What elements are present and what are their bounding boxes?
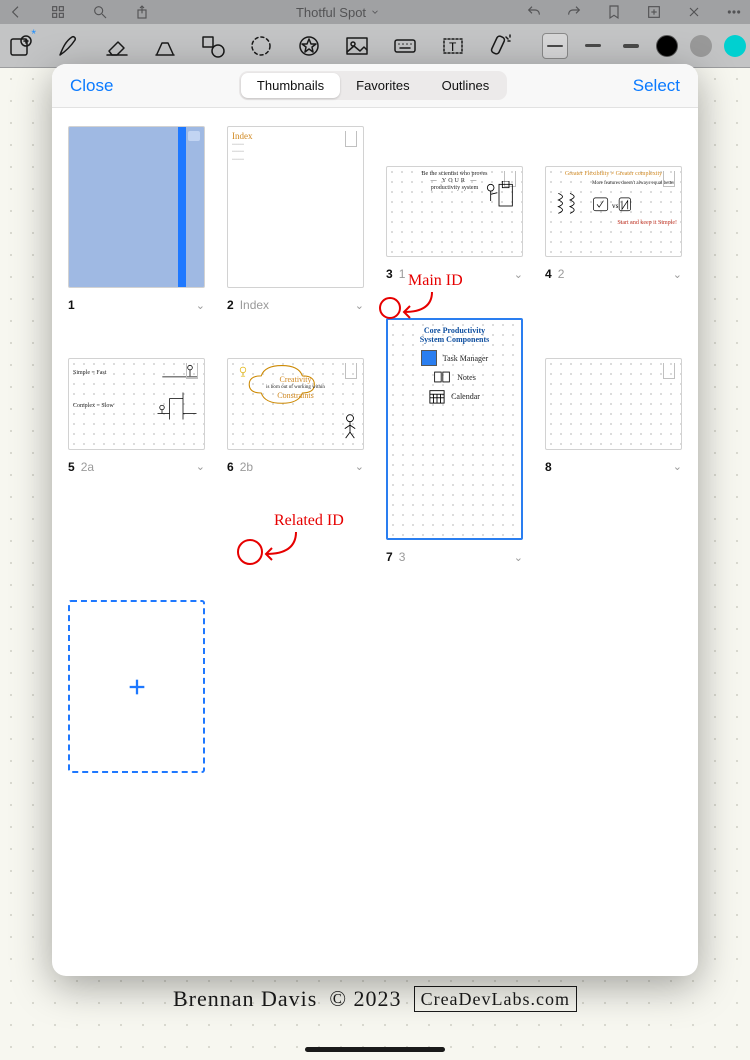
- add-icon[interactable]: [646, 4, 662, 20]
- lasso-icon[interactable]: [248, 33, 274, 59]
- chevron-down-icon[interactable]: ⌄: [673, 460, 682, 473]
- chevron-down-icon[interactable]: ⌄: [673, 268, 682, 281]
- page-thumb-7[interactable]: Core Productivity System Components Task…: [386, 318, 523, 564]
- stroke-medium[interactable]: [580, 33, 606, 59]
- highlighter-icon[interactable]: [152, 33, 178, 59]
- color-teal[interactable]: [724, 35, 746, 57]
- zoom-lock-icon[interactable]: [8, 33, 34, 59]
- page-thumb-2[interactable]: Index·················· 2 Index ⌄: [227, 126, 364, 312]
- page-number: 2: [227, 298, 234, 312]
- page-thumb-5[interactable]: Simple = Fast Complex = Slow 5 2a ⌄: [68, 318, 205, 564]
- document-title[interactable]: Thotful Spot: [176, 5, 500, 20]
- close-button[interactable]: Close: [70, 76, 113, 96]
- redo-icon[interactable]: [566, 4, 582, 20]
- color-black[interactable]: [656, 35, 678, 57]
- page-thumb-8[interactable]: 8 ⌄: [545, 318, 682, 564]
- grid-icon[interactable]: [50, 4, 66, 20]
- chevron-down-icon[interactable]: ⌄: [514, 551, 523, 564]
- page-thumb-6[interactable]: Creativity is born out of working within…: [227, 318, 364, 564]
- magic-icon[interactable]: [488, 33, 514, 59]
- seg-outlines[interactable]: Outlines: [426, 73, 506, 98]
- image-icon[interactable]: [344, 33, 370, 59]
- page-number: 4: [545, 267, 552, 281]
- close-icon[interactable]: [686, 4, 702, 20]
- page-number: 5: [68, 460, 75, 474]
- sheet-body[interactable]: 1 ⌄ Index·················· 2 Index ⌄: [52, 108, 698, 976]
- pages-sheet: Close Thumbnails Favorites Outlines Sele…: [52, 64, 698, 976]
- chevron-down-icon[interactable]: ⌄: [355, 460, 364, 473]
- back-icon[interactable]: [8, 4, 24, 20]
- page-thumb-1[interactable]: 1 ⌄: [68, 126, 205, 312]
- search-icon[interactable]: [92, 4, 108, 20]
- more-icon[interactable]: [726, 4, 742, 20]
- page-number: 1: [68, 298, 75, 312]
- keyboard-icon[interactable]: [392, 33, 418, 59]
- drawing-toolbar: T: [0, 24, 750, 68]
- document-title-label: Thotful Spot: [296, 5, 366, 20]
- home-indicator: [305, 1047, 445, 1052]
- text-box-icon[interactable]: T: [440, 33, 466, 59]
- page-number: 8: [545, 460, 552, 474]
- seg-favorites[interactable]: Favorites: [340, 73, 425, 98]
- undo-icon[interactable]: [526, 4, 542, 20]
- page-number: 3: [386, 267, 393, 281]
- chevron-down-icon[interactable]: ⌄: [355, 299, 364, 312]
- page-number: 7: [386, 550, 393, 564]
- bookmark-icon[interactable]: [606, 4, 622, 20]
- chevron-down-icon[interactable]: ⌄: [196, 299, 205, 312]
- svg-text:vs: vs: [612, 202, 619, 210]
- view-segmented-control: Thumbnails Favorites Outlines: [239, 71, 507, 100]
- chevron-down-icon[interactable]: ⌄: [514, 268, 523, 281]
- footer-credits: Brennan Davis © 2023 CreaDevLabs.com: [0, 986, 750, 1012]
- stamp-icon[interactable]: [296, 33, 322, 59]
- page-number: 6: [227, 460, 234, 474]
- page-thumb-3[interactable]: Be the scientist who proves — YOUR — pro…: [386, 126, 523, 312]
- seg-thumbnails[interactable]: Thumbnails: [241, 73, 340, 98]
- sheet-header: Close Thumbnails Favorites Outlines Sele…: [52, 64, 698, 108]
- pen-icon[interactable]: [56, 33, 82, 59]
- shapes-icon[interactable]: [200, 33, 226, 59]
- share-icon[interactable]: [134, 4, 150, 20]
- chevron-down-icon[interactable]: ⌄: [196, 460, 205, 473]
- stroke-thin[interactable]: [542, 33, 568, 59]
- svg-text:T: T: [449, 40, 457, 54]
- select-button[interactable]: Select: [633, 76, 680, 96]
- add-page-button[interactable]: [68, 570, 205, 773]
- stroke-thick[interactable]: [618, 33, 644, 59]
- page-thumb-4[interactable]: Greater Flexibility ≠ Greater complexity…: [545, 126, 682, 312]
- eraser-icon[interactable]: [104, 33, 130, 59]
- color-gray[interactable]: [690, 35, 712, 57]
- app-menubar: Thotful Spot: [0, 0, 750, 24]
